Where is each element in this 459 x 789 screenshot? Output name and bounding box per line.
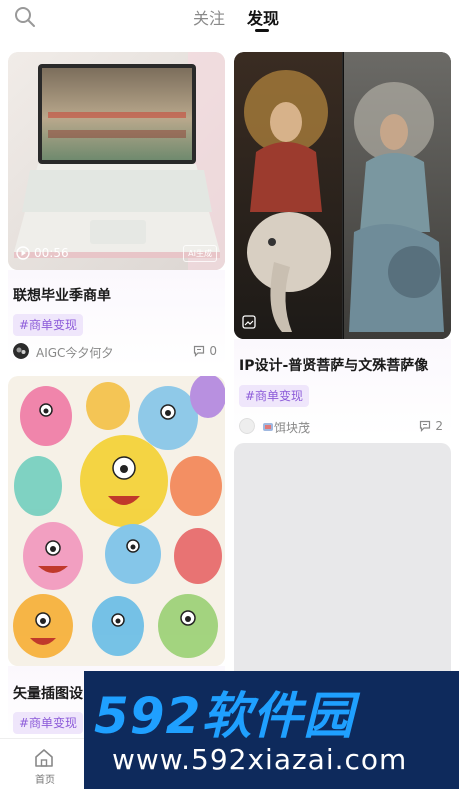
feed-card-laptop[interactable]: 00:56 AI生成 联想毕业季商单 #商单变现 AIGC今夕何夕 0 [8, 52, 225, 368]
gallery-icon [242, 315, 256, 329]
video-duration: 00:56 [34, 246, 69, 260]
bodhisattva-image [234, 52, 451, 339]
avatar-badge-icon [263, 423, 273, 431]
tab-discover[interactable]: 发现 [247, 5, 279, 29]
avatar[interactable] [13, 343, 29, 359]
topic-tag[interactable]: #商单变现 [239, 385, 310, 407]
card-info: IP设计-普贤菩萨与文殊菩萨像 #商单变现 饵块茂 2 [234, 339, 451, 437]
author-name[interactable]: AIGC今夕何夕 [36, 344, 113, 361]
comment-number: 0 [209, 344, 217, 358]
comment-icon [420, 420, 431, 432]
card-title[interactable]: IP设计-普贤菩萨与文殊菩萨像 [239, 355, 428, 375]
ai-generated-badge: AI生成 [183, 245, 217, 262]
topic-tag[interactable]: #商单变现 [13, 712, 84, 734]
card-meta: 饵块茂 2 [239, 418, 443, 436]
feed-card-bodhisattva[interactable]: IP设计-普贤菩萨与文殊菩萨像 #商单变现 饵块茂 2 [234, 52, 451, 437]
comment-icon [194, 345, 205, 357]
card-info: 联想毕业季商单 #商单变现 AIGC今夕何夕 0 [8, 270, 225, 368]
topic-tag[interactable]: #商单变现 [13, 314, 84, 336]
card-image-thumbnail[interactable] [234, 52, 451, 339]
active-tab-indicator [255, 29, 269, 32]
search-icon[interactable] [14, 6, 36, 28]
tab-follow[interactable]: 关注 [193, 5, 225, 29]
card-video-thumbnail[interactable]: 00:56 AI生成 [8, 52, 225, 270]
nav-home-label[interactable]: 首页 [35, 771, 55, 786]
comment-number: 2 [435, 419, 443, 433]
author-name-text: 饵块茂 [274, 421, 311, 435]
top-bar: 关注 发现 [0, 0, 459, 44]
card-meta: AIGC今夕何夕 0 [13, 343, 217, 361]
feed-card-placeholder[interactable] [234, 443, 451, 683]
watermark-brand: 592软件园 [94, 687, 355, 745]
play-icon [16, 246, 30, 260]
watermark-url: www.592xiazai.com [112, 743, 408, 776]
card-image-thumbnail[interactable] [8, 376, 225, 666]
site-watermark: 592软件园 www.592xiazai.com [84, 671, 459, 789]
laptop-image [8, 52, 225, 270]
comment-count[interactable]: 0 [193, 344, 217, 358]
card-title[interactable]: 矢量插图设 [13, 683, 83, 703]
author-name[interactable]: 饵块茂 [262, 419, 310, 436]
video-duration-badge: 00:56 [16, 246, 69, 260]
home-icon[interactable] [33, 747, 55, 769]
bottom-nav: 首页 [0, 738, 90, 789]
monster-illustration [8, 376, 225, 666]
comment-count[interactable]: 2 [419, 419, 443, 433]
card-title[interactable]: 联想毕业季商单 [13, 285, 111, 305]
avatar[interactable] [239, 418, 255, 434]
